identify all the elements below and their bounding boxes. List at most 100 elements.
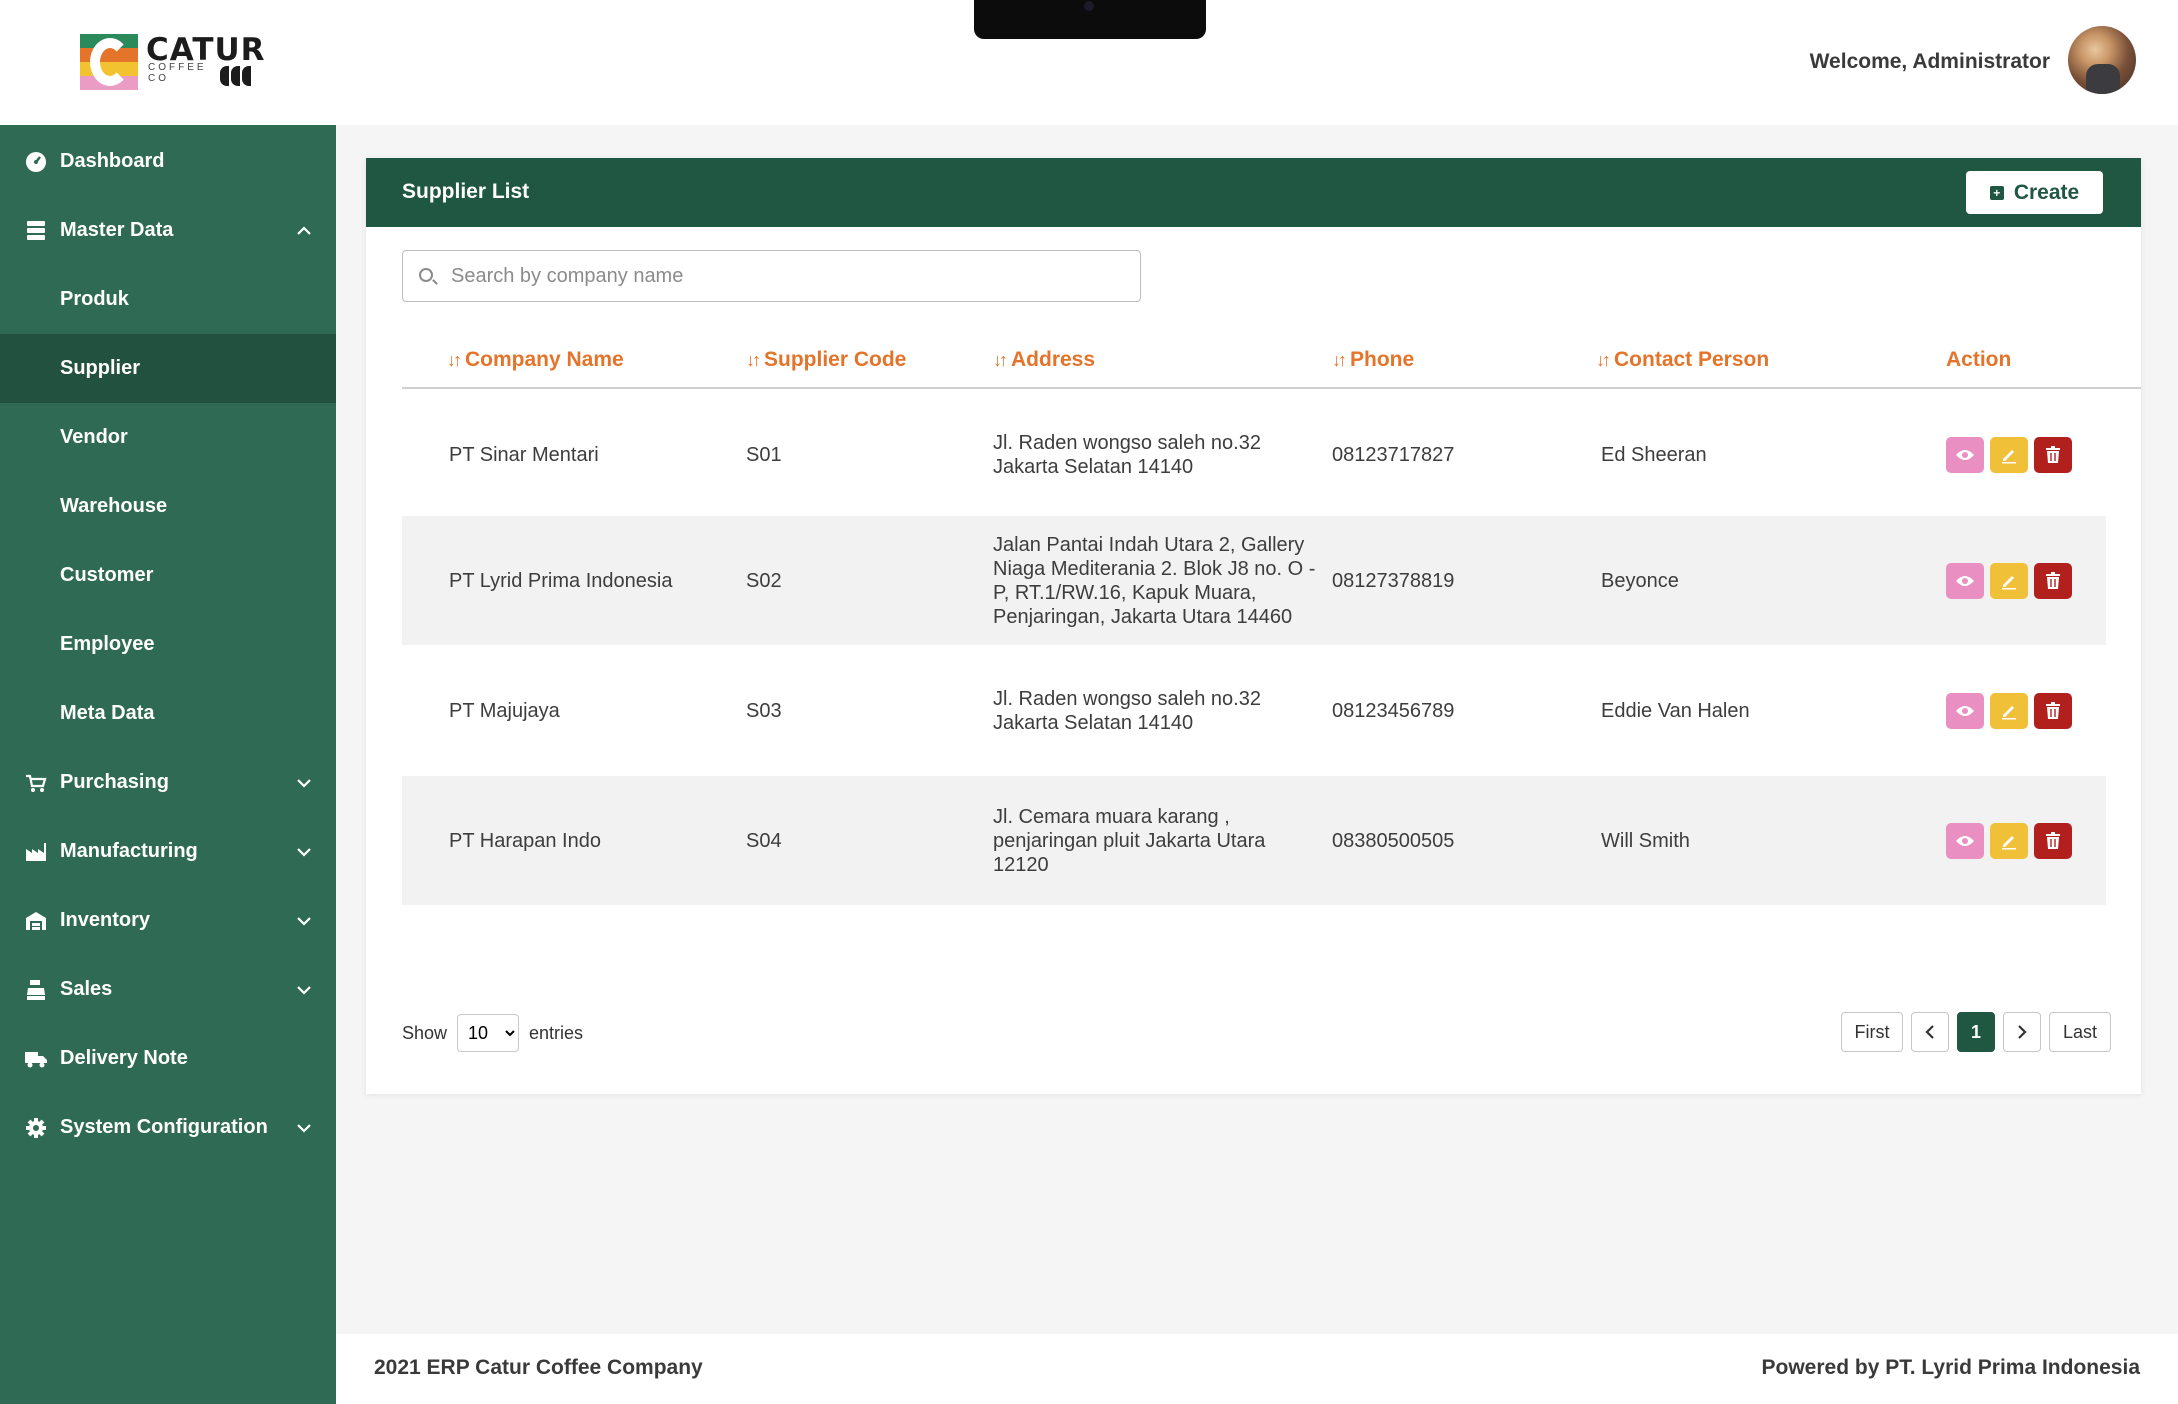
supplier-code-cell: S04 bbox=[746, 829, 782, 852]
search-input[interactable] bbox=[451, 251, 1131, 301]
view-button[interactable] bbox=[1946, 436, 1984, 473]
edit-button[interactable] bbox=[1990, 822, 2028, 859]
pencil-icon bbox=[2002, 835, 2016, 849]
delete-button[interactable] bbox=[2034, 436, 2072, 473]
supplier-code-cell: S01 bbox=[746, 443, 782, 466]
database-icon bbox=[24, 219, 48, 243]
chevron-left-icon bbox=[1925, 1025, 1934, 1039]
sidebar: Dashboard Master Data Produk Supplier Ve… bbox=[0, 125, 336, 1404]
address-cell: Jl. Cemara muara karang , penjaringan pl… bbox=[993, 805, 1266, 876]
sidebar-item-employee[interactable]: Employee bbox=[0, 610, 336, 679]
company-name-cell: PT Majujaya bbox=[449, 699, 560, 722]
address-cell: Jalan Pantai Indah Utara 2, Gallery Niag… bbox=[993, 533, 1316, 628]
sort-icon: ↓↑ bbox=[1332, 349, 1347, 370]
column-header-company-name[interactable]: ↓↑ Company Name bbox=[447, 340, 624, 380]
trash-icon bbox=[2046, 831, 2060, 849]
cash-register-icon bbox=[24, 978, 48, 1002]
column-header-supplier-code[interactable]: ↓↑ Supplier Code bbox=[746, 340, 906, 380]
brand-subtitle: COFFEE CO bbox=[148, 62, 207, 84]
sidebar-item-dashboard[interactable]: Dashboard bbox=[0, 127, 336, 196]
company-name-cell: PT Harapan Indo bbox=[449, 829, 601, 852]
create-button[interactable]: + Create bbox=[1966, 171, 2103, 214]
phone-cell: 08123717827 bbox=[1332, 443, 1455, 466]
sidebar-item-delivery-note[interactable]: Delivery Note bbox=[0, 1024, 336, 1093]
sidebar-item-label: Inventory bbox=[60, 909, 151, 931]
column-header-contact-person[interactable]: ↓↑ Contact Person bbox=[1596, 340, 1769, 380]
sort-icon: ↓↑ bbox=[1596, 349, 1611, 370]
sidebar-item-warehouse[interactable]: Warehouse bbox=[0, 472, 336, 541]
table-row: PT Majujaya S03 Jl. Raden wongso saleh n… bbox=[402, 646, 2106, 775]
eye-icon bbox=[1956, 449, 1974, 460]
edit-button[interactable] bbox=[1990, 436, 2028, 473]
search-icon bbox=[419, 268, 433, 282]
footer-powered-by: Powered by PT. Lyrid Prima Indonesia bbox=[1761, 1356, 2141, 1379]
column-header-label: Action bbox=[1946, 348, 2012, 371]
delete-button[interactable] bbox=[2034, 692, 2072, 729]
view-button[interactable] bbox=[1946, 822, 1984, 859]
page-size-select[interactable]: 10 bbox=[457, 1014, 520, 1052]
trash-icon bbox=[2046, 701, 2060, 719]
sidebar-item-label: Sales bbox=[60, 978, 113, 1000]
sidebar-item-label: Supplier bbox=[60, 357, 141, 379]
sidebar-item-inventory[interactable]: Inventory bbox=[0, 886, 336, 955]
contact-person-cell: Eddie Van Halen bbox=[1601, 699, 1750, 722]
eye-icon bbox=[1956, 835, 1974, 846]
prev-page-button[interactable] bbox=[1911, 1012, 1949, 1052]
sidebar-item-master-data[interactable]: Master Data bbox=[0, 196, 336, 265]
sort-icon: ↓↑ bbox=[746, 349, 761, 370]
next-page-button[interactable] bbox=[2003, 1012, 2041, 1052]
warehouse-icon bbox=[24, 909, 48, 933]
top-bar: CATUR COFFEE CO Welcome, Administrator bbox=[0, 0, 2178, 125]
view-button[interactable] bbox=[1946, 692, 1984, 729]
supplier-list-card: Supplier List + Create ↓↑ Company Name ↓… bbox=[366, 158, 2141, 1094]
edit-button[interactable] bbox=[1990, 692, 2028, 729]
column-header-label: Supplier Code bbox=[764, 348, 907, 371]
sidebar-item-customer[interactable]: Customer bbox=[0, 541, 336, 610]
edit-button[interactable] bbox=[1990, 562, 2028, 599]
supplier-code-cell: S02 bbox=[746, 569, 782, 592]
sidebar-item-label: Purchasing bbox=[60, 771, 169, 793]
sidebar-item-produk[interactable]: Produk bbox=[0, 265, 336, 334]
gear-icon bbox=[24, 1116, 48, 1140]
entries-label: entries bbox=[529, 1022, 584, 1043]
sidebar-item-label: Dashboard bbox=[60, 150, 165, 172]
column-header-label: Contact Person bbox=[1614, 348, 1770, 371]
column-header-action: Action bbox=[1946, 340, 2011, 380]
footer-copyright: 2021 ERP Catur Coffee Company bbox=[374, 1356, 703, 1379]
sidebar-item-purchasing[interactable]: Purchasing bbox=[0, 748, 336, 817]
last-page-button[interactable]: Last bbox=[2049, 1012, 2111, 1052]
first-page-button[interactable]: First bbox=[1841, 1012, 1903, 1052]
sidebar-item-supplier[interactable]: Supplier bbox=[0, 334, 336, 403]
sidebar-item-manufacturing[interactable]: Manufacturing bbox=[0, 817, 336, 886]
sidebar-item-meta-data[interactable]: Meta Data bbox=[0, 679, 336, 748]
sort-icon: ↓↑ bbox=[993, 349, 1008, 370]
current-page-button[interactable]: 1 bbox=[1957, 1012, 1995, 1052]
chevron-down-icon bbox=[294, 773, 314, 793]
delete-button[interactable] bbox=[2034, 822, 2072, 859]
table-row: PT Lyrid Prima Indonesia S02 Jalan Panta… bbox=[402, 516, 2106, 645]
page-size-control: Show 10 entries bbox=[402, 1014, 583, 1052]
address-cell: Jl. Raden wongso saleh no.32 Jakarta Sel… bbox=[993, 431, 1261, 478]
sidebar-item-label: Vendor bbox=[60, 426, 128, 448]
chevron-right-icon bbox=[2018, 1025, 2027, 1039]
column-header-address[interactable]: ↓↑ Address bbox=[993, 340, 1095, 380]
plus-square-icon: + bbox=[1989, 185, 2004, 200]
sidebar-item-system-configuration[interactable]: System Configuration bbox=[0, 1093, 336, 1162]
avatar[interactable] bbox=[2068, 26, 2136, 94]
phone-cell: 08127378819 bbox=[1332, 569, 1455, 592]
sidebar-item-sales[interactable]: Sales bbox=[0, 955, 336, 1024]
eye-icon bbox=[1956, 575, 1974, 586]
sidebar-item-vendor[interactable]: Vendor bbox=[0, 403, 336, 472]
column-header-phone[interactable]: ↓↑ Phone bbox=[1332, 340, 1414, 380]
camera-dot bbox=[1084, 1, 1094, 11]
brand-logo[interactable]: CATUR COFFEE CO bbox=[80, 32, 265, 91]
delete-button[interactable] bbox=[2034, 562, 2072, 599]
contact-person-cell: Ed Sheeran bbox=[1601, 443, 1707, 466]
logo-mark bbox=[80, 34, 138, 90]
company-name-cell: PT Lyrid Prima Indonesia bbox=[449, 569, 673, 592]
search-box bbox=[402, 250, 1141, 302]
pencil-icon bbox=[2002, 575, 2016, 589]
view-button[interactable] bbox=[1946, 562, 1984, 599]
sidebar-item-label: Warehouse bbox=[60, 495, 168, 517]
factory-icon bbox=[24, 840, 48, 864]
